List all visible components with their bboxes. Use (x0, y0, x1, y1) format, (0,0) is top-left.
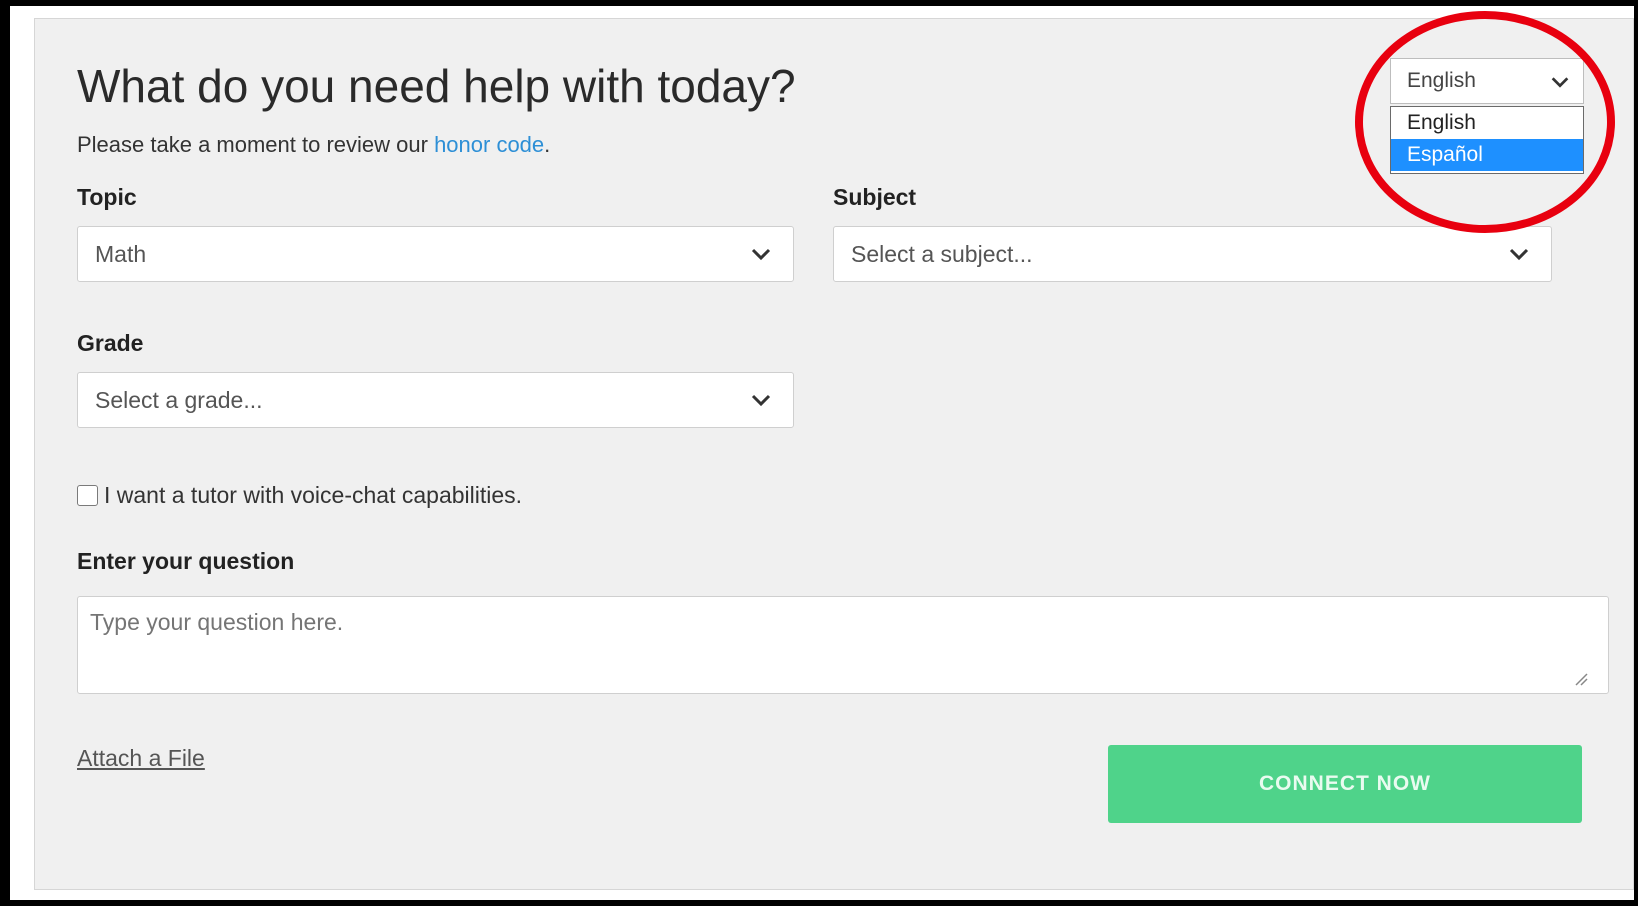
chevron-down-icon (751, 394, 771, 407)
page-title: What do you need help with today? (77, 60, 796, 112)
topic-select-value: Math (95, 241, 147, 267)
voice-chat-option: I want a tutor with voice-chat capabilit… (77, 480, 522, 510)
subject-select-value: Select a subject... (851, 241, 1033, 267)
subject-label: Subject (833, 184, 917, 210)
voice-chat-label: I want a tutor with voice-chat capabilit… (104, 481, 523, 508)
resize-grip-icon[interactable] (1572, 670, 1588, 686)
honor-code-notice-period: . (544, 132, 551, 157)
grade-label: Grade (77, 330, 144, 356)
chevron-down-icon (1509, 248, 1529, 261)
annotation-circle (1355, 11, 1615, 233)
honor-code-notice: Please take a moment to review our honor… (77, 130, 550, 160)
topic-select[interactable]: Math (77, 226, 794, 282)
grade-select-value: Select a grade... (95, 387, 263, 413)
topic-label: Topic (77, 184, 137, 210)
voice-chat-checkbox[interactable] (77, 484, 98, 506)
connect-now-button[interactable]: CONNECT NOW (1108, 745, 1582, 823)
honor-code-notice-text: Please take a moment to review our (77, 132, 435, 157)
attach-file-link[interactable]: Attach a File (77, 745, 205, 772)
question-label: Enter your question (77, 548, 295, 574)
grade-select[interactable]: Select a grade... (77, 372, 794, 428)
honor-code-link[interactable]: honor code (434, 132, 544, 157)
question-input[interactable] (77, 596, 1609, 694)
chevron-down-icon (751, 248, 771, 261)
